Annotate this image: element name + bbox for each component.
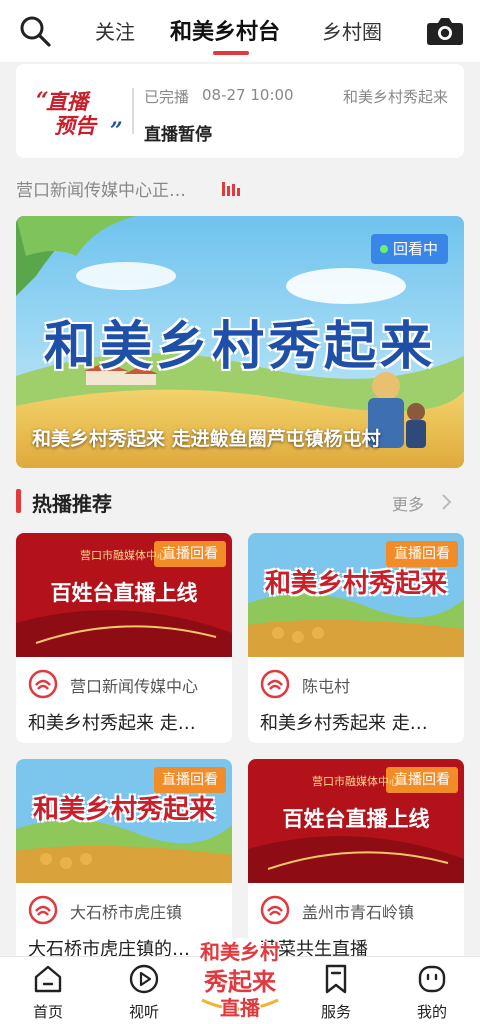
card-thumb-subtitle: 营口市融媒体中心 (80, 549, 168, 562)
live-dot (379, 245, 388, 253)
section-accent-bar (16, 489, 21, 513)
replay-badge-label: 回看中 (392, 240, 438, 258)
live-title: 直播暂停 (144, 125, 212, 145)
section-title: 热播推荐 (32, 492, 112, 516)
banner-art-title: 和美乡村秀起来 (43, 316, 436, 377)
card-source: 大石桥市虎庄镇 (70, 903, 183, 922)
banner-caption: 和美乡村秀起来 走进鲅鱼圈芦屯镇杨屯村 (32, 428, 381, 450)
nav-profile[interactable]: 我的 (392, 957, 472, 1024)
card-thumb-title: 和美乡村秀起来 (32, 795, 215, 825)
top-bar: 关注 和美乡村台 乡村圈 (0, 0, 480, 62)
home-icon (34, 965, 62, 993)
tab-follow[interactable]: 关注 (95, 16, 135, 45)
card-source: 营口新闻传媒中心 (70, 677, 199, 696)
news-ticker[interactable]: 营口新闻传媒中心正… (16, 176, 186, 201)
nav-profile-label: 我的 (416, 1003, 447, 1021)
search-icon[interactable] (18, 14, 52, 48)
card-source: 陈屯村 (302, 677, 351, 696)
profile-icon (418, 965, 446, 993)
live-time: 08-27 10:00 (202, 86, 294, 104)
card-thumb-subtitle: 营口市融媒体中心 (312, 775, 400, 788)
nav-media-label: 视听 (128, 1003, 159, 1021)
live-source: 和美乡村秀起来 (342, 88, 448, 106)
card-thumb-title: 百姓台直播上线 (50, 581, 198, 605)
active-tab-indicator (213, 51, 249, 55)
recommend-card[interactable]: 直播回看 和美乡村秀起来 陈屯村 和美乡村秀起来 走… (248, 533, 464, 743)
nav-services-label: 服务 (320, 1003, 351, 1021)
camera-icon[interactable] (426, 16, 464, 46)
replay-badge: 回看中 (370, 234, 448, 264)
svg-text:”: ” (110, 118, 122, 142)
tab-village-channel[interactable]: 和美乡村台 (170, 14, 280, 46)
audio-bars-icon (222, 182, 240, 196)
nav-home[interactable]: 首页 (8, 957, 88, 1024)
card-thumb-title: 和美乡村秀起来 (264, 569, 447, 599)
live-status: 已完播 (144, 88, 190, 106)
card-thumb-title: 百姓台直播上线 (282, 807, 430, 831)
source-logo-icon (260, 669, 290, 699)
play-icon (129, 964, 159, 994)
tab-village-circle[interactable]: 乡村圈 (322, 16, 382, 45)
center-live-logo[interactable]: 和美乡村 秀起来 直播 (192, 930, 288, 1024)
source-logo-icon (28, 895, 58, 925)
card-title: 和美乡村秀起来 走… (260, 713, 428, 734)
center-logo-line3: 直播 (220, 996, 260, 1020)
live-preview-logo-line2: 预告 (54, 113, 96, 138)
center-logo-line1: 和美乡村 (200, 940, 280, 964)
bookmark-icon (325, 964, 347, 994)
featured-banner[interactable]: 回看中 和美乡村秀起来 和美乡村秀起来 走进鲅鱼圈芦屯镇杨屯村 (16, 216, 464, 468)
chevron-right-icon[interactable] (440, 493, 452, 511)
source-logo-icon (260, 895, 290, 925)
nav-home-label: 首页 (32, 1003, 63, 1021)
recommend-card[interactable]: 直播回看 营口市融媒体中心 百姓台直播上线 营口新闻传媒中心 和美乡村秀起来 走… (16, 533, 232, 743)
card-source: 盖州市青石岭镇 (302, 903, 415, 922)
nav-services[interactable]: 服务 (296, 957, 376, 1024)
nav-media[interactable]: 视听 (104, 957, 184, 1024)
source-logo-icon (28, 669, 58, 699)
live-preview-card[interactable]: “ ” 直播 预告 已完播 08-27 10:00 和美乡村秀起来 直播暂停 (16, 64, 464, 158)
more-link[interactable]: 更多 (392, 491, 424, 515)
divider (132, 88, 134, 134)
card-title: 和美乡村秀起来 走… (28, 713, 196, 734)
